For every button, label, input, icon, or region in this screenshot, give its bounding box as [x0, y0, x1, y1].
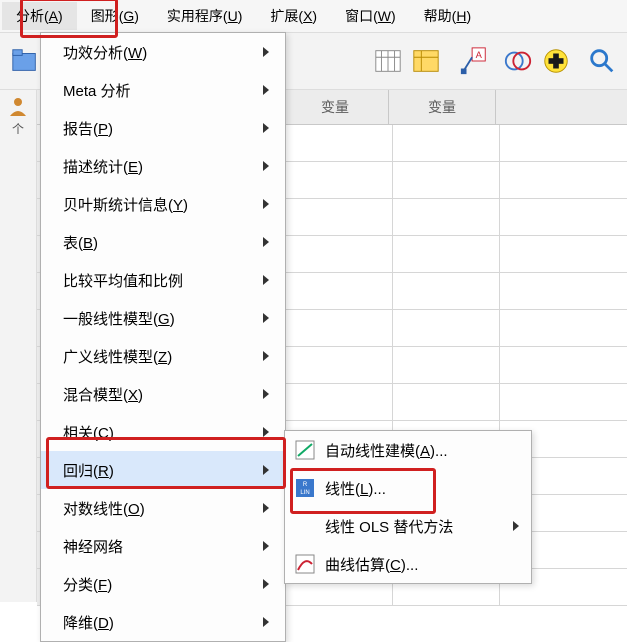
chevron-right-icon	[263, 427, 269, 437]
chevron-right-icon	[263, 161, 269, 171]
menu-analyze[interactable]: 分析(A)	[2, 2, 77, 30]
menu-reports[interactable]: 报告(P)	[41, 109, 285, 147]
submenu-auto-linear[interactable]: 自动线性建模(A)...	[285, 431, 531, 469]
menu-extensions[interactable]: 扩展(X)	[256, 2, 331, 30]
chevron-right-icon	[513, 521, 519, 531]
menu-correlate[interactable]: 相关(C)	[41, 413, 285, 451]
svg-text:LIN: LIN	[300, 490, 309, 496]
menu-compare-means[interactable]: 比较平均值和比例	[41, 261, 285, 299]
menu-help[interactable]: 帮助(H)	[410, 2, 485, 30]
menu-bayesian[interactable]: 贝叶斯统计信息(Y)	[41, 185, 285, 223]
chevron-right-icon	[263, 351, 269, 361]
menu-generalized-lm[interactable]: 广义线性模型(Z)	[41, 337, 285, 375]
toolbar-icon-variables[interactable]	[408, 43, 444, 79]
chevron-right-icon	[263, 275, 269, 285]
toolbar-icon-open[interactable]	[7, 43, 43, 79]
grid-col-header[interactable]: 变量	[282, 90, 389, 124]
menubar: 分析(A) 图形(G) 实用程序(U) 扩展(X) 窗口(W) 帮助(H)	[0, 0, 627, 33]
chevron-right-icon	[263, 237, 269, 247]
sidepanel-label: 个	[12, 120, 24, 137]
chevron-right-icon	[263, 503, 269, 513]
toolbar-icon-find[interactable]: A	[456, 43, 492, 79]
toolbar-icon-weight[interactable]	[538, 43, 574, 79]
regression-submenu: 自动线性建模(A)... RLIN 线性(L)... 线性 OLS 替代方法 曲…	[284, 430, 532, 584]
menu-utilities[interactable]: 实用程序(U)	[153, 2, 256, 30]
menu-meta-analysis[interactable]: Meta 分析	[41, 71, 285, 109]
submenu-linear[interactable]: RLIN 线性(L)...	[285, 469, 531, 507]
toolbar-icon-search[interactable]	[584, 43, 620, 79]
blank-icon	[295, 516, 315, 536]
menu-descriptive-stats[interactable]: 描述统计(E)	[41, 147, 285, 185]
chevron-right-icon	[263, 579, 269, 589]
menu-classify[interactable]: 分类(F)	[41, 565, 285, 603]
analyze-dropdown: 功效分析(W) Meta 分析 报告(P) 描述统计(E) 贝叶斯统计信息(Y)…	[40, 32, 286, 642]
toolbar-icon-sets[interactable]	[500, 43, 536, 79]
menu-regression[interactable]: 回归(R)	[41, 451, 285, 489]
auto-linear-icon	[295, 440, 315, 460]
menu-tables[interactable]: 表(B)	[41, 223, 285, 261]
grid-col-header[interactable]: 变量	[389, 90, 496, 124]
person-icon	[8, 96, 28, 116]
menu-mixed-models[interactable]: 混合模型(X)	[41, 375, 285, 413]
menu-dimension-reduction[interactable]: 降维(D)	[41, 603, 285, 641]
chevron-right-icon	[263, 47, 269, 57]
chevron-right-icon	[263, 313, 269, 323]
side-panel: 个	[0, 90, 37, 602]
chevron-right-icon	[263, 85, 269, 95]
chevron-right-icon	[263, 123, 269, 133]
chevron-right-icon	[263, 199, 269, 209]
svg-text:R: R	[303, 482, 308, 488]
chevron-right-icon	[263, 389, 269, 399]
svg-text:A: A	[476, 50, 483, 60]
toolbar-icon-goto-case[interactable]	[370, 43, 406, 79]
menu-graphs[interactable]: 图形(G)	[77, 2, 153, 30]
menu-loglinear[interactable]: 对数线性(O)	[41, 489, 285, 527]
chevron-right-icon	[263, 541, 269, 551]
menu-glm[interactable]: 一般线性模型(G)	[41, 299, 285, 337]
curve-icon	[295, 554, 315, 574]
menu-power-analysis[interactable]: 功效分析(W)	[41, 33, 285, 71]
submenu-curve-estimation[interactable]: 曲线估算(C)...	[285, 545, 531, 583]
submenu-ols-alt[interactable]: 线性 OLS 替代方法	[285, 507, 531, 545]
menu-neural-networks[interactable]: 神经网络	[41, 527, 285, 565]
menu-window[interactable]: 窗口(W)	[331, 2, 410, 30]
chevron-right-icon	[263, 617, 269, 627]
chevron-right-icon	[263, 465, 269, 475]
linear-icon: R LIN	[295, 478, 315, 498]
